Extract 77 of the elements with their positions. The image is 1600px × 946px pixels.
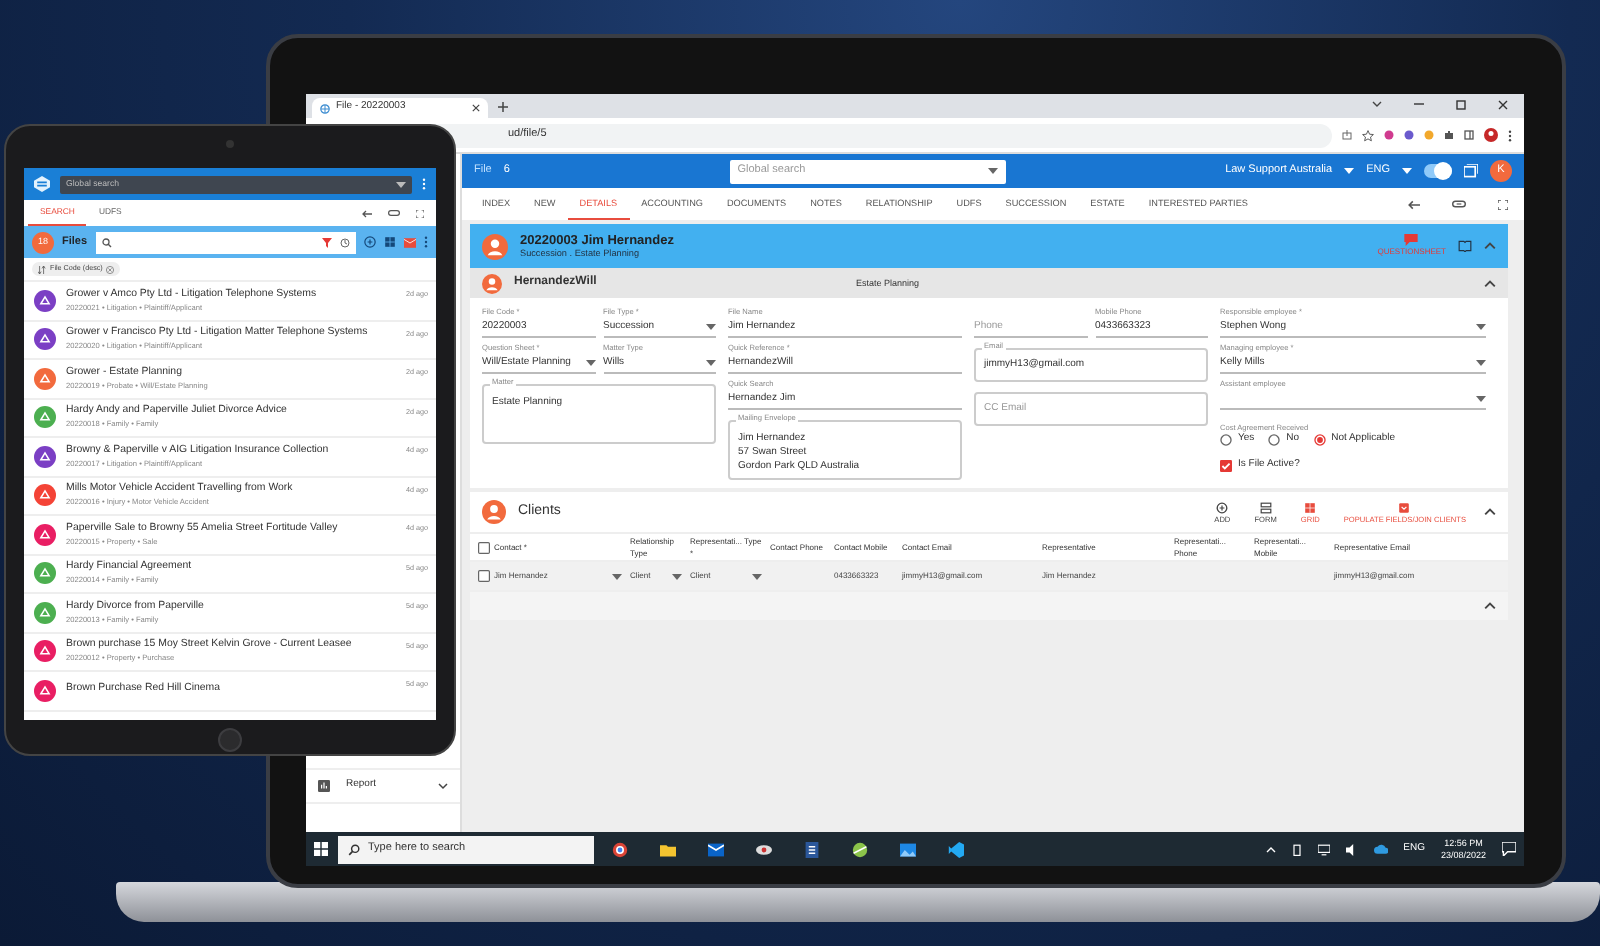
- link-icon[interactable]: [1452, 200, 1466, 208]
- fullscreen-icon[interactable]: [416, 209, 424, 217]
- add-icon: [1216, 501, 1229, 514]
- chat-icon: [1404, 234, 1419, 247]
- sidebar-icon[interactable]: [1464, 130, 1474, 140]
- caret-icon: [1402, 168, 1412, 174]
- photos-icon[interactable]: [900, 841, 916, 857]
- checkbox-icon[interactable]: [478, 541, 490, 554]
- chevron-up-icon[interactable]: [1484, 508, 1496, 517]
- minimize-icon[interactable]: [1414, 100, 1424, 108]
- avatar-icon: [482, 500, 506, 525]
- close-icon: [106, 265, 115, 273]
- sort-icon: [38, 265, 46, 273]
- chevron-up-icon[interactable]: [1484, 602, 1496, 611]
- close-icon[interactable]: [1498, 100, 1508, 110]
- fullscreen-icon[interactable]: [1498, 199, 1508, 209]
- caret-icon: [752, 573, 762, 580]
- folder-icon[interactable]: [660, 841, 676, 857]
- toggle-switch[interactable]: [1424, 164, 1452, 178]
- caret-icon: [612, 573, 622, 580]
- add-icon[interactable]: [364, 236, 376, 248]
- caret-icon: [1476, 396, 1486, 402]
- volume-icon: [1345, 843, 1358, 855]
- link-icon[interactable]: [388, 210, 400, 216]
- back-arrow-icon[interactable]: [362, 209, 372, 217]
- network-icon: [1317, 843, 1330, 855]
- logo-icon: [34, 176, 50, 192]
- grid-icon[interactable]: [384, 236, 396, 248]
- caret-icon: [706, 324, 716, 330]
- radio-icon[interactable]: [1220, 434, 1232, 446]
- windows-icon[interactable]: [1464, 164, 1478, 178]
- avatar-icon: [482, 233, 508, 259]
- radio-icon[interactable]: [1268, 434, 1281, 446]
- caret-icon: [396, 181, 406, 187]
- checkbox-icon[interactable]: [478, 570, 490, 583]
- search-icon: [101, 237, 112, 247]
- chevron-up-icon[interactable]: [1484, 279, 1496, 287]
- caret-icon: [1476, 360, 1486, 366]
- caret-icon: [585, 360, 595, 366]
- book-icon[interactable]: [1458, 240, 1472, 252]
- search-field[interactable]: [95, 231, 356, 253]
- app-icon[interactable]: [756, 841, 772, 857]
- close-icon[interactable]: [472, 104, 480, 112]
- chevron-down-icon: [438, 782, 448, 790]
- profile-avatar-icon[interactable]: [1484, 128, 1498, 142]
- filter-icon[interactable]: [322, 237, 332, 247]
- grid-icon: [1304, 501, 1317, 514]
- maximize-icon[interactable]: [1456, 100, 1466, 110]
- form-icon: [1259, 501, 1272, 514]
- search-icon: [348, 843, 360, 855]
- cloud-icon: [1373, 844, 1388, 854]
- caret-icon: [987, 168, 998, 174]
- select-field[interactable]: [1220, 390, 1486, 410]
- notification-icon[interactable]: [1502, 842, 1516, 856]
- caret-icon: [706, 360, 716, 366]
- caret-icon: [672, 573, 682, 580]
- windows-icon[interactable]: [314, 842, 328, 856]
- star-icon[interactable]: [1362, 129, 1374, 141]
- history-icon[interactable]: [340, 237, 350, 247]
- document-icon[interactable]: [804, 841, 820, 857]
- populate-icon: [1398, 501, 1411, 514]
- new-tab-icon[interactable]: [498, 102, 508, 112]
- report-icon: [318, 780, 330, 792]
- code-editor-icon[interactable]: [948, 841, 964, 857]
- back-arrow-icon[interactable]: [1408, 199, 1420, 209]
- mail-icon[interactable]: [708, 841, 724, 857]
- chevron-down-icon[interactable]: [1372, 100, 1382, 108]
- app-icon[interactable]: [852, 841, 868, 857]
- caret-icon: [1476, 324, 1486, 330]
- globe-icon: [320, 103, 330, 113]
- caret-icon: [1344, 168, 1355, 174]
- puzzle-icon[interactable]: [1444, 130, 1454, 140]
- share-icon[interactable]: [1342, 130, 1352, 140]
- browser-icon[interactable]: [612, 841, 628, 857]
- battery-icon: [1291, 843, 1302, 855]
- avatar-icon: [482, 273, 502, 293]
- radio-icon[interactable]: [1313, 434, 1326, 446]
